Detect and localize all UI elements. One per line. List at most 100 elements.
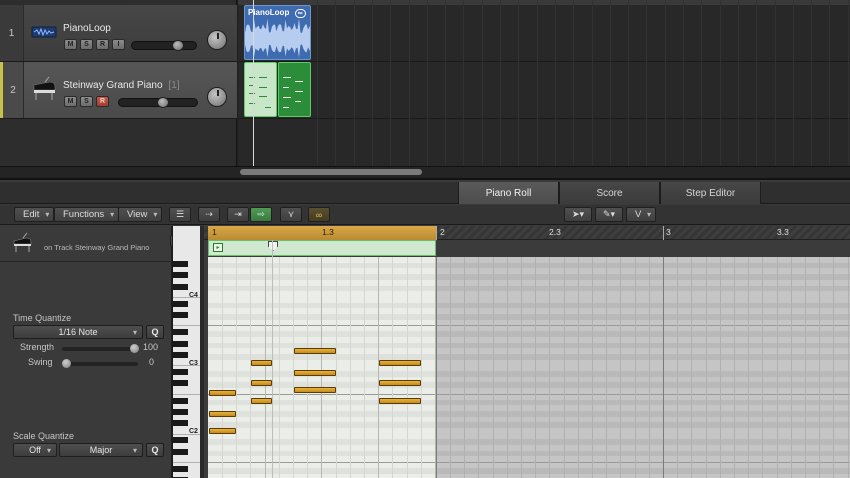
track-header-steinway[interactable]: 2 Steinway Grand Piano [1] M S R bbox=[0, 62, 237, 119]
grid-line bbox=[371, 0, 373, 166]
black-key[interactable] bbox=[173, 369, 188, 375]
octave-line bbox=[436, 325, 850, 327]
scale-root-dropdown[interactable]: Off bbox=[13, 443, 57, 457]
note-grid[interactable] bbox=[204, 257, 850, 478]
midi-note[interactable] bbox=[251, 360, 272, 366]
grid-line bbox=[450, 257, 451, 478]
grid-line bbox=[264, 257, 266, 478]
volume-slider[interactable] bbox=[118, 97, 198, 108]
bar-line bbox=[436, 257, 437, 478]
solo-button[interactable]: S bbox=[80, 39, 93, 50]
ruler-mark: 3 bbox=[666, 227, 671, 237]
midi-region-selected[interactable] bbox=[244, 62, 277, 117]
midi-note[interactable] bbox=[209, 390, 236, 396]
grid-line bbox=[819, 257, 821, 478]
record-enable-button[interactable]: R bbox=[96, 39, 109, 50]
grid-line bbox=[737, 0, 739, 166]
scale-type-dropdown[interactable]: Major bbox=[59, 443, 143, 457]
grid-line bbox=[500, 0, 501, 166]
black-key[interactable] bbox=[173, 397, 188, 404]
scrollbar-thumb[interactable] bbox=[240, 169, 422, 175]
black-key[interactable] bbox=[173, 351, 188, 358]
grid-row bbox=[436, 450, 850, 457]
outside-region-grid[interactable] bbox=[436, 257, 850, 478]
grid-row bbox=[436, 382, 850, 389]
grid-line bbox=[628, 0, 630, 166]
black-key[interactable] bbox=[173, 380, 188, 387]
midi-note[interactable] bbox=[294, 348, 336, 354]
black-key[interactable] bbox=[173, 329, 188, 336]
black-key[interactable] bbox=[173, 408, 188, 415]
midi-out-icon[interactable]: ⇨ bbox=[250, 207, 272, 222]
pan-knob[interactable] bbox=[207, 30, 227, 50]
midi-region-header[interactable]: ▸ bbox=[208, 240, 436, 256]
arrange-area[interactable]: PianoLoop ∞ bbox=[238, 0, 850, 166]
arrange-lane-2[interactable] bbox=[238, 62, 850, 119]
track-name[interactable]: PianoLoop bbox=[63, 23, 111, 34]
swing-slider-knob[interactable] bbox=[62, 359, 71, 368]
pan-knob[interactable] bbox=[207, 87, 227, 107]
black-key[interactable] bbox=[173, 312, 188, 318]
pointer-tool-icon[interactable]: ➤▾ bbox=[564, 207, 592, 222]
midi-note[interactable] bbox=[294, 387, 336, 393]
scale-quantize-label: Scale Quantize bbox=[13, 431, 75, 441]
black-key[interactable] bbox=[173, 420, 188, 427]
grid-line bbox=[577, 257, 579, 478]
arrange-lane-1[interactable] bbox=[238, 5, 850, 62]
midi-note[interactable] bbox=[209, 428, 236, 434]
playhead-line[interactable] bbox=[272, 240, 273, 478]
input-monitoring-button[interactable]: I bbox=[112, 39, 125, 50]
scale-quantize-q-button[interactable]: Q bbox=[146, 443, 164, 457]
midi-note[interactable] bbox=[251, 398, 272, 404]
midi-note[interactable] bbox=[294, 370, 336, 376]
mode-icon[interactable]: ☰ bbox=[169, 207, 191, 222]
time-quantize-label: Time Quantize bbox=[13, 313, 72, 323]
link-icon[interactable]: ∞ bbox=[308, 207, 330, 222]
volume-slider-knob[interactable] bbox=[172, 40, 184, 51]
grid-line bbox=[535, 257, 537, 478]
velocity-tool[interactable]: V bbox=[626, 207, 656, 222]
black-key[interactable] bbox=[173, 340, 188, 347]
solo-button[interactable]: S bbox=[80, 96, 93, 107]
horizontal-scrollbar[interactable] bbox=[0, 166, 850, 178]
tab-piano-roll[interactable]: Piano Roll bbox=[458, 182, 559, 204]
black-key[interactable] bbox=[173, 437, 188, 444]
black-key[interactable] bbox=[173, 260, 188, 267]
bar-ruler[interactable]: 1 1.3 2 2.3 3 3.3 bbox=[204, 226, 850, 240]
mute-button[interactable]: M bbox=[64, 39, 77, 50]
tab-score[interactable]: Score bbox=[559, 182, 660, 204]
midi-note[interactable] bbox=[379, 360, 421, 366]
midi-in-icon[interactable]: ⇥ bbox=[227, 207, 249, 222]
mute-button[interactable]: M bbox=[64, 96, 77, 107]
volume-slider[interactable] bbox=[131, 40, 197, 51]
edit-menu[interactable]: Edit bbox=[14, 207, 55, 222]
black-key[interactable] bbox=[173, 272, 188, 279]
region-grid[interactable] bbox=[208, 257, 436, 478]
view-menu[interactable]: View bbox=[118, 207, 163, 222]
time-quantize-q-button[interactable]: Q bbox=[146, 325, 164, 339]
strength-slider[interactable] bbox=[62, 344, 139, 353]
pencil-tool-icon[interactable]: ✎▾ bbox=[595, 207, 623, 222]
midi-note[interactable] bbox=[379, 380, 421, 386]
record-enable-button[interactable]: R bbox=[96, 96, 109, 107]
volume-slider-knob[interactable] bbox=[157, 97, 169, 108]
piano-roll-grid[interactable]: 1 1.3 2 2.3 3 3.3 ▸ bbox=[204, 226, 850, 478]
functions-menu[interactable]: Functions bbox=[54, 207, 120, 222]
time-quantize-dropdown[interactable]: 1/16 Note bbox=[13, 325, 143, 339]
track-name[interactable]: Steinway Grand Piano [1] bbox=[63, 80, 180, 91]
playhead[interactable] bbox=[253, 0, 254, 166]
track-header-pianoloop[interactable]: 1 PianoLoop M S R I bbox=[0, 5, 237, 62]
black-key[interactable] bbox=[173, 283, 188, 290]
black-key[interactable] bbox=[173, 465, 188, 472]
grid-line bbox=[833, 257, 835, 478]
midi-region[interactable] bbox=[278, 62, 311, 117]
audio-region-pianoloop[interactable]: PianoLoop ∞ bbox=[244, 5, 311, 60]
midi-note[interactable] bbox=[379, 398, 421, 404]
catch-icon[interactable]: ⋎ bbox=[280, 207, 302, 222]
tab-step-editor[interactable]: Step Editor bbox=[660, 182, 761, 204]
black-key[interactable] bbox=[173, 300, 188, 307]
split-icon[interactable]: ⇢ bbox=[198, 207, 220, 222]
black-key[interactable] bbox=[173, 448, 188, 455]
midi-note[interactable] bbox=[209, 411, 236, 417]
midi-note[interactable] bbox=[251, 380, 272, 386]
